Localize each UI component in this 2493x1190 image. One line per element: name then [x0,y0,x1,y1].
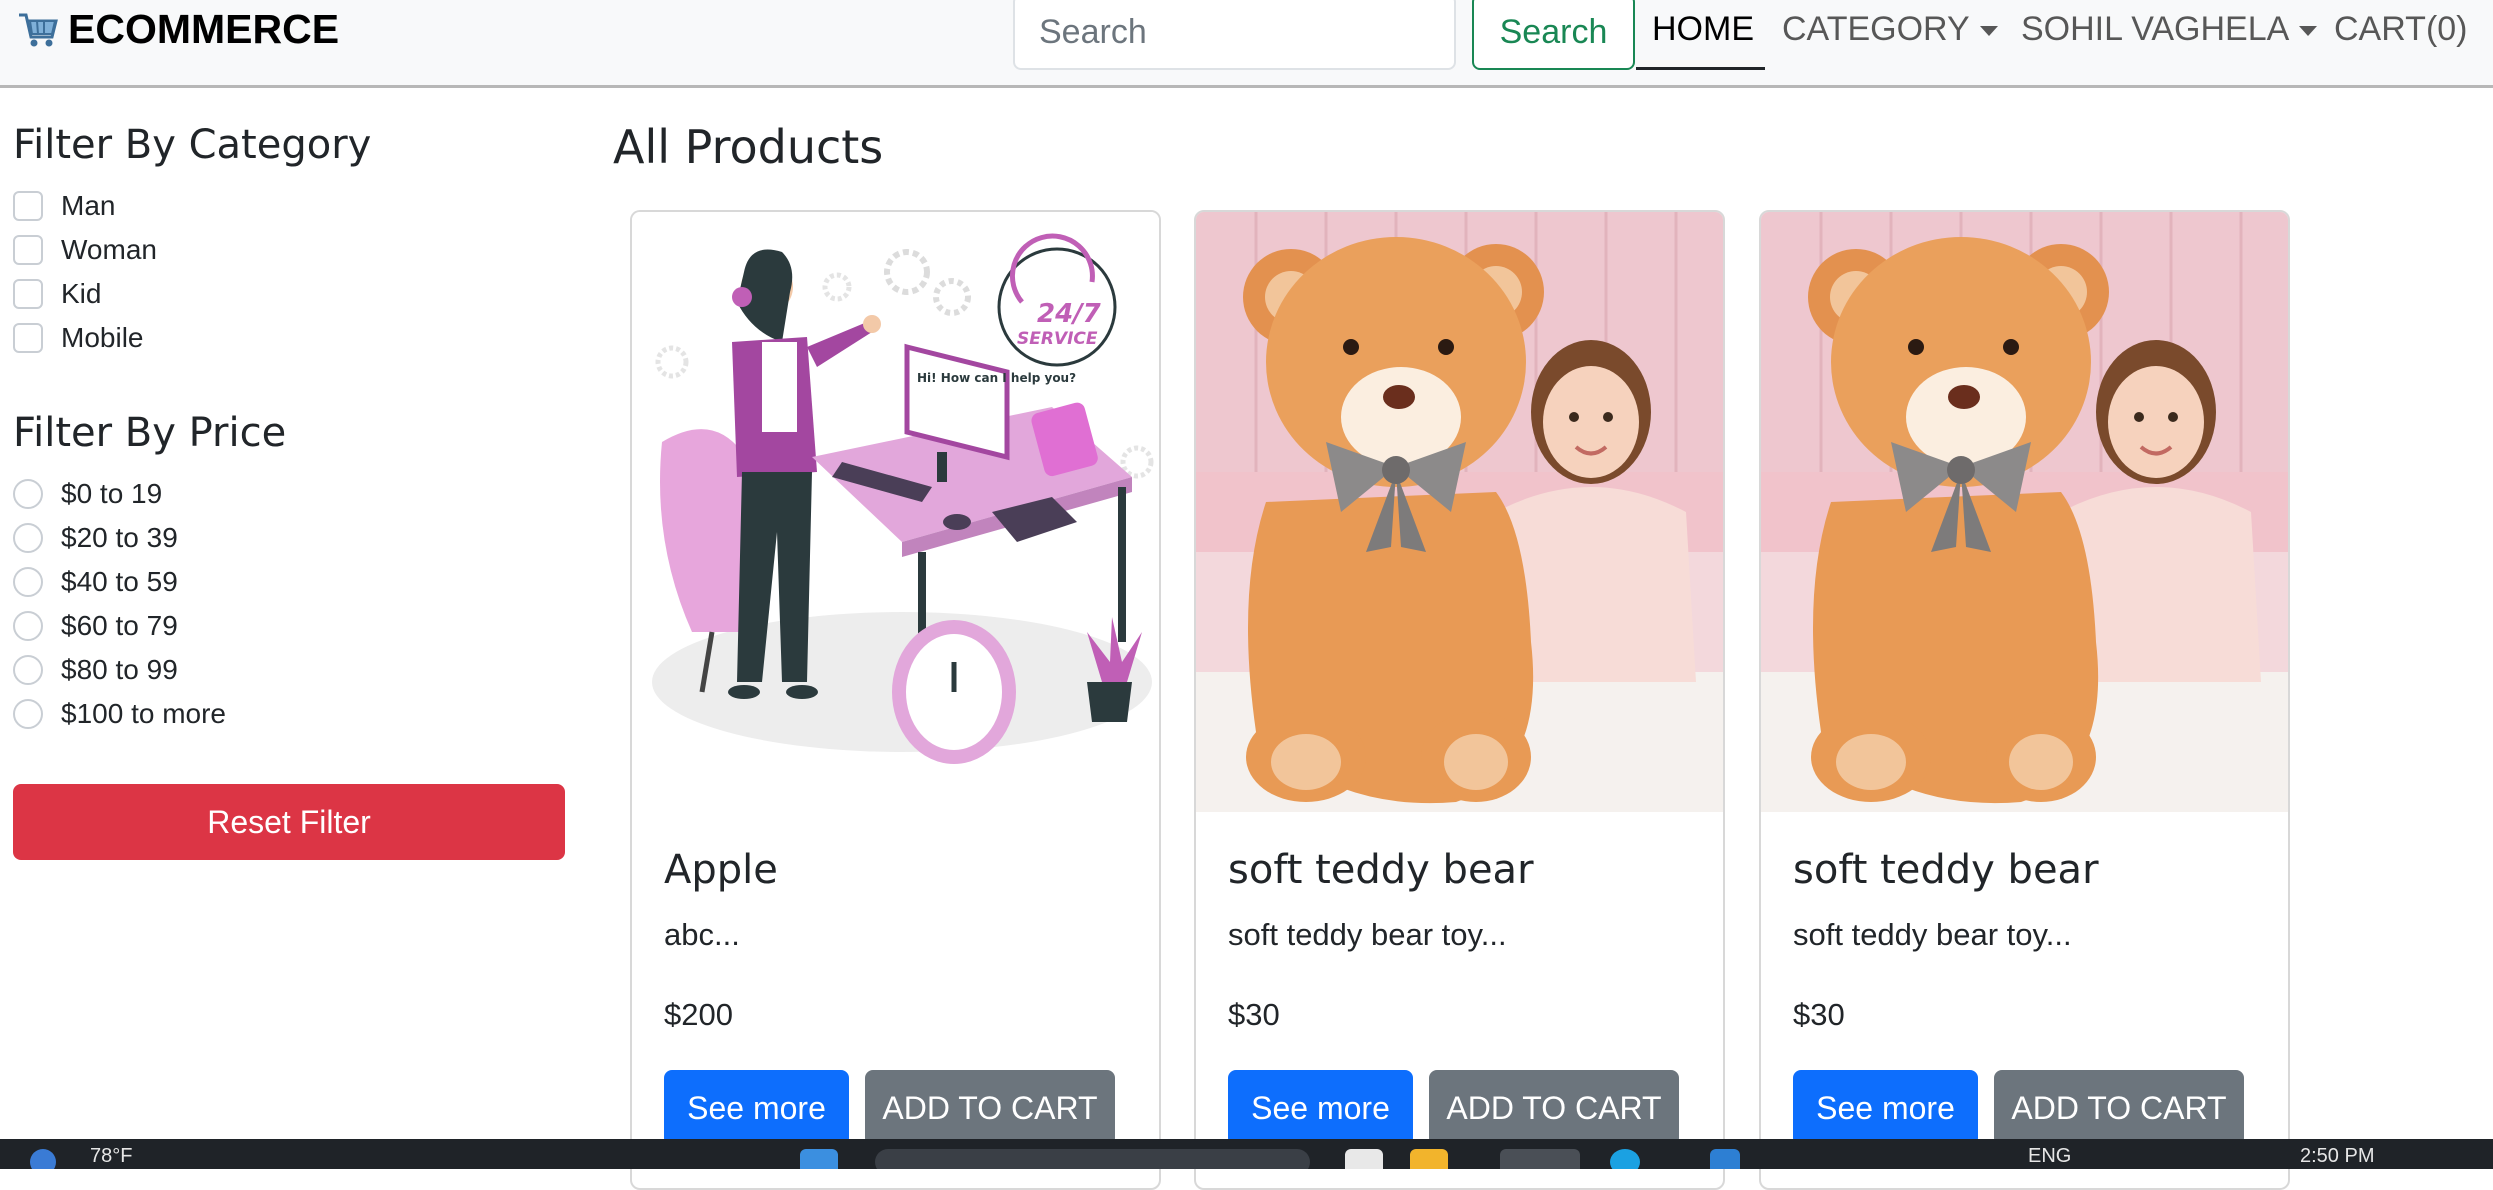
price-radio[interactable] [13,523,43,553]
brand-name: ECOMMERCE [68,5,340,52]
price-label: $20 to 39 [61,522,178,553]
nav-home-link[interactable]: HOME [1652,2,1754,56]
folder-icon[interactable] [1410,1149,1448,1169]
nav-cart-link[interactable]: CART(0) [2334,2,2468,56]
product-price: $200 [664,997,733,1032]
start-icon[interactable] [800,1149,838,1169]
nav-active-indicator [1636,67,1765,70]
category-filter-title: Filter By Category [13,122,372,168]
teddy-bear-photo [1196,212,1723,812]
product-image[interactable]: Hi! How can I help you? 24/7 SERVICE [632,212,1159,812]
price-option[interactable]: $20 to 39 [13,522,178,554]
product-image[interactable] [1761,212,2288,812]
product-name: Apple [664,847,778,893]
category-option-kid[interactable]: Kid [13,278,101,310]
navbar: ECOMMERCE Search HOME CATEGORY SOHIL VAG… [0,0,2493,88]
price-label: $40 to 59 [61,566,178,597]
file-explorer-icon[interactable] [1345,1149,1383,1169]
see-more-button[interactable]: See more [1793,1070,1978,1146]
product-card: Hi! How can I help you? 24/7 SERVICE App… [630,210,1161,1190]
product-card: soft teddy bear soft teddy bear toy... $… [1759,210,2290,1190]
category-option-woman[interactable]: Woman [13,234,157,266]
product-price: $30 [1228,997,1280,1032]
chevron-down-icon [1979,26,1998,36]
product-description: soft teddy bear toy... [1228,917,1507,952]
weather-icon [30,1149,56,1169]
price-option[interactable]: $60 to 79 [13,610,178,642]
see-more-button[interactable]: See more [664,1070,849,1146]
nav-category-dropdown[interactable]: CATEGORY [1782,2,1998,56]
price-label: $0 to 19 [61,478,163,509]
product-description: abc... [664,917,740,952]
category-checkbox[interactable] [13,323,43,353]
cart-icon [19,13,58,47]
page-title: All Products [613,120,884,174]
reset-filter-button[interactable]: Reset Filter [13,784,565,860]
price-option[interactable]: $0 to 19 [13,478,162,510]
category-label: Mobile [61,322,144,353]
category-label: Kid [61,278,102,309]
product-description: soft teddy bear toy... [1793,917,2072,952]
taskbar-search-box[interactable] [875,1149,1310,1169]
price-option[interactable]: $80 to 99 [13,654,178,686]
search-button[interactable]: Search [1472,0,1635,70]
price-radio[interactable] [13,479,43,509]
product-card: soft teddy bear soft teddy bear toy... $… [1194,210,1725,1190]
price-option[interactable]: $40 to 59 [13,566,178,598]
taskbar-clock: 2:50 PM [2300,1145,2375,1167]
add-to-cart-button[interactable]: ADD TO CART [865,1070,1115,1146]
add-to-cart-button[interactable]: ADD TO CART [1429,1070,1679,1146]
category-checkbox[interactable] [13,191,43,221]
price-label: $80 to 99 [61,654,178,685]
nav-home-label: HOME [1652,9,1754,48]
product-name: soft teddy bear [1228,847,1534,893]
price-radio[interactable] [13,567,43,597]
brand-link[interactable]: ECOMMERCE [16,4,339,54]
price-label: $100 to more [61,698,226,729]
nav-user-dropdown[interactable]: SOHIL VAGHELA [2021,2,2318,56]
nav-user-label: SOHIL VAGHELA [2021,9,2290,48]
badge-bottom-text: SERVICE [1017,329,1098,349]
chrome-icon[interactable] [1500,1149,1580,1169]
vscode-icon[interactable] [1710,1149,1740,1169]
price-option[interactable]: $100 to more [13,698,226,730]
product-image[interactable] [1196,212,1723,812]
price-radio[interactable] [13,611,43,641]
category-checkbox[interactable] [13,235,43,265]
category-checkbox[interactable] [13,279,43,309]
category-label: Woman [61,234,157,265]
nav-category-label: CATEGORY [1782,9,1970,48]
category-option-mobile[interactable]: Mobile [13,322,143,354]
taskbar-weather: 78°F [90,1145,133,1167]
price-label: $60 to 79 [61,610,178,641]
price-radio[interactable] [13,655,43,685]
taskbar-language: ENG [2028,1145,2072,1167]
speech-bubble-text: Hi! How can I help you? [917,371,1076,385]
add-to-cart-button[interactable]: ADD TO CART [1994,1070,2244,1146]
edge-icon[interactable] [1610,1149,1640,1169]
customer-service-illustration: Hi! How can I help you? 24/7 SERVICE [632,212,1159,812]
teddy-bear-photo [1761,212,2288,812]
price-filter-title: Filter By Price [13,410,287,456]
see-more-button[interactable]: See more [1228,1070,1413,1146]
search-input[interactable] [1013,0,1456,70]
badge-top-text: 24/7 [1037,299,1102,329]
product-name: soft teddy bear [1793,847,2099,893]
price-radio[interactable] [13,699,43,729]
chevron-down-icon [2299,26,2318,36]
category-label: Man [61,190,116,221]
category-option-man[interactable]: Man [13,190,115,222]
product-price: $30 [1793,997,1845,1032]
nav-cart-label: CART(0) [2334,9,2468,48]
os-taskbar: 78°F ENG 2:50 PM [0,1139,2493,1169]
